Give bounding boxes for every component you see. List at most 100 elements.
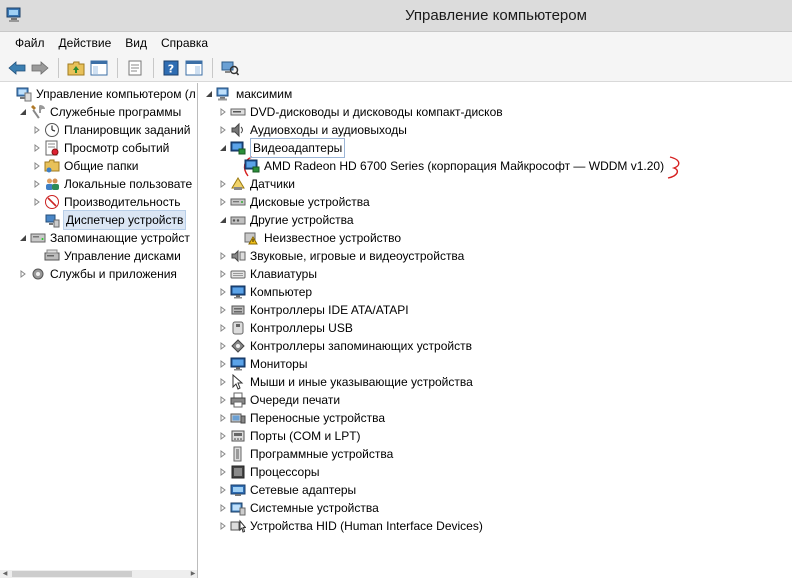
device-tree-item-row[interactable]: Устройства HID (Human Interface Devices): [218, 517, 483, 535]
console-tree-item-row[interactable]: Производительность: [32, 193, 180, 211]
device-tree-item-row[interactable]: Системные устройства: [218, 499, 379, 517]
expanded-triangle-icon[interactable]: [18, 229, 28, 247]
device-tree-pane[interactable]: максимим DVD-дисководы и дисководы компак…: [200, 83, 792, 578]
device-tree-item-row[interactable]: Процессоры: [218, 463, 320, 481]
console-tree-item-label: Локальные пользовате: [64, 177, 193, 191]
device-tree-item-row[interactable]: Звуковые, игровые и видеоустройства: [218, 247, 464, 265]
device-tree-item-row[interactable]: Аудиовходы и аудиовыходы: [218, 121, 407, 139]
console-tree-item-label: Общие папки: [64, 159, 139, 173]
back-button[interactable]: [6, 57, 28, 79]
device-tree-item-row[interactable]: Порты (COM и LPT): [218, 427, 361, 445]
device-tree-item-row[interactable]: Программные устройства: [218, 445, 393, 463]
up-level-button[interactable]: [65, 57, 87, 79]
collapsed-triangle-icon[interactable]: [218, 499, 228, 517]
scroll-left-arrow-icon[interactable]: ◀: [0, 570, 10, 578]
help-button[interactable]: ?: [160, 57, 182, 79]
collapsed-triangle-icon[interactable]: [32, 175, 42, 193]
scroll-right-arrow-icon[interactable]: ▶: [188, 570, 197, 578]
console-tree-item-label: Управление дисками: [64, 249, 181, 263]
device-tree-item-row[interactable]: Датчики: [218, 175, 295, 193]
console-tree-item-row[interactable]: Локальные пользовате: [32, 175, 192, 193]
console-tree-item-row[interactable]: Общие папки: [32, 157, 138, 175]
device-tree-item-row[interactable]: Сетевые адаптеры: [218, 481, 356, 499]
device-tree-item-row[interactable]: Мыши и иные указывающие устройства: [218, 373, 473, 391]
collapsed-triangle-icon[interactable]: [218, 193, 228, 211]
show-hide-action-pane-button[interactable]: [183, 57, 205, 79]
device-tree-item-row[interactable]: Неизвестное устройство: [232, 229, 401, 247]
device-tree-item-row[interactable]: Другие устройства: [218, 211, 354, 229]
users-icon: [44, 176, 60, 192]
console-tree-item-row[interactable]: Службы и приложения: [18, 265, 177, 283]
computer-management-icon: [16, 86, 32, 102]
device-tree-item-row[interactable]: Контроллеры запоминающих устройств: [218, 337, 472, 355]
device-tree-item-row[interactable]: Компьютер: [218, 283, 312, 301]
collapsed-triangle-icon[interactable]: [218, 103, 228, 121]
collapsed-triangle-icon[interactable]: [218, 481, 228, 499]
horizontal-scrollbar[interactable]: ◀ ▶: [0, 570, 197, 578]
expanded-triangle-icon[interactable]: [218, 139, 228, 157]
collapsed-triangle-icon[interactable]: [218, 319, 228, 337]
collapsed-triangle-icon[interactable]: [218, 355, 228, 373]
collapsed-triangle-icon[interactable]: [218, 265, 228, 283]
collapsed-triangle-icon[interactable]: [218, 463, 228, 481]
collapsed-triangle-icon[interactable]: [32, 139, 42, 157]
device-tree-item-row[interactable]: Очереди печати: [218, 391, 340, 409]
menu-file[interactable]: Файл: [8, 33, 52, 53]
device-tree-item-row[interactable]: AMD Radeon HD 6700 Series (корпорация Ма…: [232, 157, 664, 175]
expanded-triangle-icon[interactable]: [218, 211, 228, 229]
collapsed-triangle-icon[interactable]: [218, 373, 228, 391]
printer-icon: [230, 392, 246, 408]
collapsed-triangle-icon[interactable]: [218, 301, 228, 319]
console-tree-item-row[interactable]: Управление дисками: [32, 247, 181, 265]
scrollbar-thumb[interactable]: [12, 571, 132, 577]
device-tree-item-row[interactable]: Контроллеры IDE ATA/ATAPI: [218, 301, 409, 319]
computer-icon: [216, 86, 232, 102]
console-tree-item-row[interactable]: Служебные программы: [18, 103, 181, 121]
collapsed-triangle-icon[interactable]: [32, 157, 42, 175]
collapsed-triangle-icon[interactable]: [218, 247, 228, 265]
menu-action[interactable]: Действие: [52, 33, 119, 53]
console-tree-item-label: Запоминающие устройст: [50, 231, 190, 245]
device-tree-item-row[interactable]: Видеоадаптеры: [218, 138, 346, 158]
device-tree-item-row[interactable]: максимим: [204, 85, 292, 103]
menu-help[interactable]: Справка: [154, 33, 215, 53]
collapsed-triangle-icon[interactable]: [218, 121, 228, 139]
scan-hardware-button[interactable]: [219, 57, 241, 79]
collapsed-triangle-icon[interactable]: [32, 193, 42, 211]
show-hide-console-tree-button[interactable]: [88, 57, 110, 79]
device-tree-item-label: Переносные устройства: [250, 411, 386, 425]
device-tree-item-row[interactable]: Клавиатуры: [218, 265, 317, 283]
collapsed-triangle-icon[interactable]: [218, 445, 228, 463]
menu-view[interactable]: Вид: [118, 33, 154, 53]
collapsed-triangle-icon[interactable]: [218, 283, 228, 301]
console-tree-item-row[interactable]: Управление компьютером (л: [4, 85, 196, 103]
expanded-triangle-icon[interactable]: [204, 85, 214, 103]
expanded-triangle-icon[interactable]: [18, 103, 28, 121]
collapsed-triangle-icon[interactable]: [218, 517, 228, 535]
console-tree-item-label: Просмотр событий: [64, 141, 170, 155]
collapsed-triangle-icon[interactable]: [32, 121, 42, 139]
collapsed-triangle-icon[interactable]: [218, 175, 228, 193]
collapsed-triangle-icon[interactable]: [218, 427, 228, 445]
device-tree-item-row[interactable]: Контроллеры USB: [218, 319, 353, 337]
tools-icon: [30, 104, 46, 120]
properties-button[interactable]: [124, 57, 146, 79]
console-tree-item-row[interactable]: Запоминающие устройст: [18, 229, 190, 247]
device-tree-item-row[interactable]: DVD-дисководы и дисководы компакт-дисков: [218, 103, 503, 121]
collapsed-triangle-icon[interactable]: [18, 265, 28, 283]
device-tree-item-row[interactable]: Переносные устройства: [218, 409, 385, 427]
collapsed-triangle-icon[interactable]: [218, 337, 228, 355]
device-tree-item-row[interactable]: Дисковые устройства: [218, 193, 370, 211]
collapsed-triangle-icon[interactable]: [218, 409, 228, 427]
console-tree-item-row[interactable]: Планировщик заданий: [32, 121, 190, 139]
console-tree-pane[interactable]: Управление компьютером (л Служебные прогр…: [0, 83, 198, 578]
audio-icon: [230, 122, 246, 138]
console-tree-item-row[interactable]: Диспетчер устройств: [32, 210, 187, 230]
shared-folder-icon: [44, 158, 60, 174]
console-tree-item-label: Планировщик заданий: [64, 123, 191, 137]
device-tree-item-row[interactable]: Мониторы: [218, 355, 307, 373]
console-tree-item-row[interactable]: Просмотр событий: [32, 139, 169, 157]
collapsed-triangle-icon[interactable]: [218, 391, 228, 409]
forward-button[interactable]: [29, 57, 51, 79]
toolbar-separator: [212, 57, 213, 78]
